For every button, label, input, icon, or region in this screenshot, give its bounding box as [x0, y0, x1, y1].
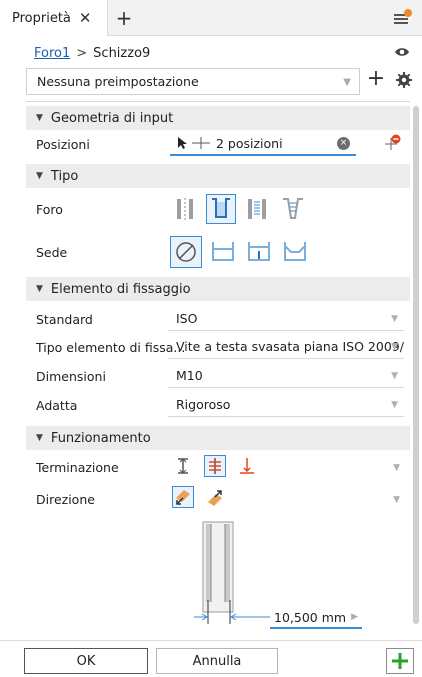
standard-dropdown[interactable]: ISO ▼	[168, 307, 404, 331]
countersink-button[interactable]	[280, 236, 310, 266]
hole-type-options	[170, 194, 314, 224]
through-all-icon	[209, 458, 221, 474]
section-fastener[interactable]: ▼ Elemento di fissaggio	[26, 277, 410, 301]
fastener-type-label: Tipo elemento di fissa...	[36, 340, 186, 355]
none-icon	[176, 242, 196, 262]
fit-dropdown[interactable]: Rigoroso ▼	[168, 393, 404, 417]
cancel-button[interactable]: Annulla	[156, 648, 278, 674]
add-preset-button[interactable]: +	[366, 66, 386, 91]
taper-tapped-hole-button[interactable]	[278, 194, 308, 224]
ok-button[interactable]: OK	[24, 648, 148, 674]
spotface-button[interactable]	[244, 236, 274, 266]
plus-icon	[392, 653, 408, 669]
to-face-icon	[240, 458, 254, 474]
simple-hole-icon	[177, 198, 193, 220]
fit-label: Adatta	[36, 398, 78, 413]
size-label: Dimensioni	[36, 369, 106, 384]
size-dropdown[interactable]: M10 ▼	[168, 364, 404, 388]
direction-options	[172, 486, 236, 508]
section-title: Elemento di fissaggio	[50, 281, 191, 297]
collapse-triangle-icon: ▼	[36, 284, 43, 294]
no-seat-button[interactable]	[170, 236, 202, 268]
tapped-hole-icon	[248, 199, 266, 219]
chevron-right-icon[interactable]: ▶	[351, 612, 358, 622]
counterbore-button[interactable]	[208, 236, 238, 266]
positions-value: 2 posizioni	[216, 135, 283, 151]
clear-selection-icon[interactable]: ×	[337, 137, 350, 150]
taper-tapped-hole-icon	[283, 198, 303, 219]
fastener-type-dropdown[interactable]: Vite a testa svasata piana ISO 2009/ ▼	[168, 335, 404, 359]
collapse-triangle-icon: ▼	[36, 113, 43, 123]
counterbore-icon	[212, 242, 234, 261]
tapped-hole-button[interactable]	[242, 194, 272, 224]
footer-divider	[0, 640, 422, 641]
preset-dropdown[interactable]: Nessuna preimpostazione ▼	[26, 68, 360, 95]
direction-flip-button[interactable]	[204, 486, 226, 508]
breadcrumb: Foro1 > Schizzo9	[0, 40, 422, 66]
size-value: M10	[176, 368, 203, 383]
section-title: Funzionamento	[50, 430, 151, 446]
scrollbar-thumb[interactable]	[413, 106, 419, 624]
spotface-icon	[248, 242, 270, 261]
standard-value: ISO	[176, 311, 198, 326]
distance-termination-button[interactable]	[172, 455, 194, 477]
distance-value: 10,500 mm	[274, 609, 347, 625]
through-all-termination-button[interactable]	[204, 455, 226, 477]
preset-value: Nessuna preimpostazione	[37, 74, 199, 89]
chevron-down-icon[interactable]: ▼	[393, 495, 400, 505]
standard-label: Standard	[36, 312, 93, 327]
fastener-type-value: Vite a testa svasata piana ISO 2009/	[176, 339, 404, 354]
section-title: Geometria di input	[50, 110, 174, 126]
apply-add-button[interactable]	[386, 648, 414, 674]
panel-menu-icon[interactable]	[392, 9, 412, 27]
eye-icon[interactable]	[394, 46, 410, 58]
collapse-triangle-icon: ▼	[36, 433, 43, 443]
seat-type-options	[170, 236, 316, 268]
breadcrumb-separator: >	[76, 45, 88, 61]
direction-default-icon	[176, 490, 190, 505]
section-behavior[interactable]: ▼ Funzionamento	[26, 426, 410, 450]
section-input-geometry[interactable]: ▼ Geometria di input	[26, 106, 410, 130]
termination-label: Terminazione	[36, 460, 119, 475]
direction-flip-icon	[208, 490, 222, 506]
tab-properties-label: Proprietà	[12, 10, 71, 26]
direction-label: Direzione	[36, 492, 95, 507]
seat-label: Sede	[36, 245, 68, 260]
chevron-down-icon: ▼	[391, 314, 398, 324]
simple-hole-button[interactable]	[170, 194, 200, 224]
section-title: Tipo	[50, 168, 79, 184]
termination-options	[172, 455, 268, 477]
collapse-triangle-icon: ▼	[36, 171, 43, 181]
divider	[26, 101, 410, 102]
chevron-down-icon[interactable]: ▼	[393, 463, 400, 473]
chevron-down-icon: ▼	[391, 400, 398, 410]
gear-icon[interactable]	[395, 71, 413, 89]
hole-label: Foro	[36, 202, 63, 217]
add-point-icon[interactable]	[384, 133, 402, 151]
clearance-hole-icon	[212, 198, 230, 218]
section-type[interactable]: ▼ Tipo	[26, 164, 410, 188]
positions-selector[interactable]: 2 posizioni ×	[170, 132, 356, 156]
tab-bar: Proprietà ✕ +	[0, 0, 422, 36]
positions-label: Posizioni	[36, 137, 90, 152]
chevron-down-icon: ▼	[391, 342, 398, 352]
chevron-down-icon: ▼	[391, 371, 398, 381]
clearance-hole-button[interactable]	[206, 194, 236, 224]
distance-input[interactable]: 10,500 mm ▶	[270, 607, 362, 629]
close-icon[interactable]: ✕	[79, 9, 92, 27]
breadcrumb-schizzo9[interactable]: Schizzo9	[93, 46, 150, 61]
cursor-arrow-icon	[178, 137, 187, 149]
to-termination-button[interactable]	[236, 455, 258, 477]
countersink-icon	[284, 242, 306, 261]
add-tab-button[interactable]: +	[112, 6, 136, 30]
direction-default-button[interactable]	[172, 486, 194, 508]
distance-icon	[178, 458, 188, 474]
tab-properties[interactable]: Proprietà ✕	[0, 0, 108, 36]
chevron-down-icon: ▼	[343, 77, 351, 88]
breadcrumb-foro1[interactable]: Foro1	[34, 46, 70, 61]
crosshair-point-icon	[192, 137, 210, 149]
fit-value: Rigoroso	[176, 397, 231, 412]
